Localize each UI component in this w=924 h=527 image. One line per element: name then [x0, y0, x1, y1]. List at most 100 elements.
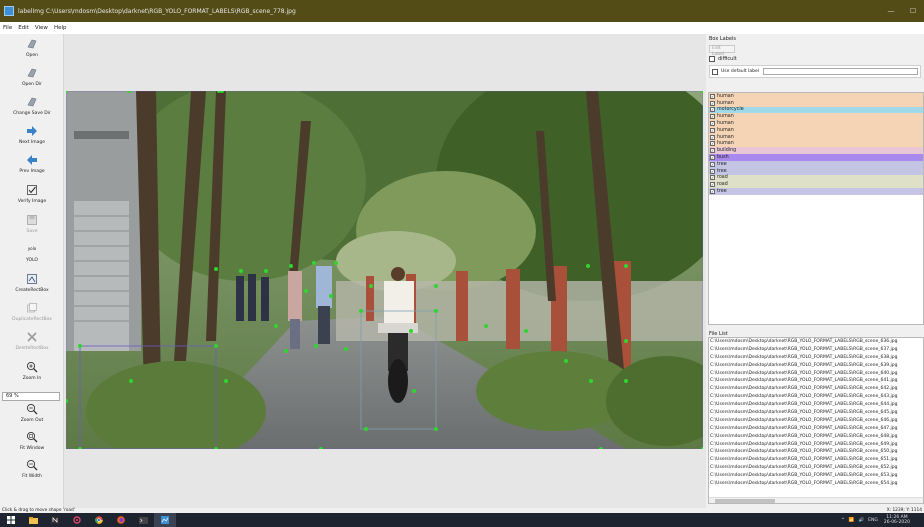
chevron-up-icon[interactable]: ^ [841, 518, 845, 523]
file-list-item[interactable]: C:\Users\mdosm\Desktop\darknet\RGB_YOLO_… [709, 338, 923, 346]
firefox-icon[interactable] [110, 513, 132, 527]
file-list-item[interactable]: C:\Users\mdosm\Desktop\darknet\RGB_YOLO_… [709, 362, 923, 370]
label-item-road[interactable]: ✓ road [709, 174, 923, 182]
volume-icon[interactable]: 🔊 [859, 518, 865, 523]
label-item-checkbox[interactable]: ✓ [710, 189, 715, 195]
file-list-item[interactable]: C:\Users\mdosm\Desktop\darknet\RGB_YOLO_… [709, 393, 923, 401]
yolo-format-button[interactable]: yolo YOLO [0, 243, 64, 263]
delete-rectbox-button[interactable]: DeleteRectBox [0, 331, 64, 351]
scene-image[interactable] [66, 91, 703, 449]
file-list-item[interactable]: C:\Users\mdosm\Desktop\darknet\RGB_YOLO_… [709, 377, 923, 385]
label-item-checkbox[interactable]: ✓ [710, 175, 715, 181]
label-item-tree[interactable]: ✓ tree [709, 167, 923, 175]
label-item-human[interactable]: ✓ human [709, 120, 923, 127]
fit-width-icon [26, 459, 38, 471]
file-list-item[interactable]: C:\Users\mdosm\Desktop\darknet\RGB_YOLO_… [709, 480, 923, 488]
chrome-icon[interactable] [88, 513, 110, 527]
file-list-item[interactable]: C:\Users\mdosm\Desktop\darknet\RGB_YOLO_… [709, 472, 923, 480]
default-label-input[interactable] [762, 68, 918, 75]
terminal-icon[interactable] [132, 513, 154, 527]
minimize-button[interactable]: — [880, 0, 902, 22]
open-dir-button[interactable]: Open Dir [0, 67, 64, 87]
menu-help[interactable]: Help [54, 25, 67, 31]
start-button[interactable] [0, 513, 22, 527]
label-item-motorcycle[interactable]: ✓ motorcycle [709, 106, 923, 114]
file-list-item[interactable]: C:\Users\mdosm\Desktop\darknet\RGB_YOLO_… [709, 370, 923, 378]
label-item-human[interactable]: ✓ human [709, 126, 923, 134]
file-list-item[interactable]: C:\Users\mdosm\Desktop\darknet\RGB_YOLO_… [709, 385, 923, 393]
file-list-item[interactable]: C:\Users\mdosm\Desktop\darknet\RGB_YOLO_… [709, 441, 923, 449]
settings-gear-icon[interactable] [66, 513, 88, 527]
label-item-checkbox[interactable]: ✓ [710, 161, 715, 167]
label-item-checkbox[interactable]: ✓ [710, 107, 715, 113]
label-item-checkbox[interactable]: ✓ [710, 121, 715, 127]
save-button[interactable]: Save [0, 214, 64, 234]
label-item-checkbox[interactable]: ✓ [710, 155, 715, 161]
create-rectbox-button[interactable]: CreateRectBox [0, 273, 64, 293]
next-image-button[interactable]: Next Image [0, 125, 64, 145]
label-item-checkbox[interactable]: ✓ [710, 134, 715, 140]
file-list-item[interactable]: C:\Users\mdosm\Desktop\darknet\RGB_YOLO_… [709, 448, 923, 456]
file-list-item[interactable]: C:\Users\mdosm\Desktop\darknet\RGB_YOLO_… [709, 464, 923, 472]
label-item-human[interactable]: ✓ human [709, 113, 923, 121]
next-image-label: Next Image [18, 140, 45, 145]
file-list-item[interactable]: C:\Users\mdosm\Desktop\darknet\RGB_YOLO_… [709, 456, 923, 464]
label-item-tree[interactable]: ✓ tree [709, 188, 923, 195]
scrollbar-thumb[interactable] [715, 499, 775, 503]
label-item-human[interactable]: ✓ human [709, 133, 923, 141]
difficult-checkbox[interactable]: difficult [709, 56, 921, 62]
delete-rectbox-label: DeleteRectBox [15, 346, 49, 351]
label-item-human[interactable]: ✓ human [709, 99, 923, 107]
file-list-item[interactable]: C:\Users\mdosm\Desktop\darknet\RGB_YOLO_… [709, 417, 923, 425]
zoom-out-button[interactable]: Zoom Out [0, 403, 64, 423]
fit-window-button[interactable]: Fit Window [0, 431, 64, 451]
menu-file[interactable]: File [3, 25, 12, 31]
language-indicator[interactable]: ENG [868, 518, 878, 523]
file-list-item[interactable]: C:\Users\mdosm\Desktop\darknet\RGB_YOLO_… [709, 354, 923, 362]
label-item-building[interactable]: ✓ building [709, 147, 923, 155]
file-list-scrollbar[interactable] [709, 497, 923, 503]
label-item-checkbox[interactable]: ✓ [710, 168, 715, 174]
file-list-item[interactable]: C:\Users\mdosm\Desktop\darknet\RGB_YOLO_… [709, 401, 923, 409]
file-list-item[interactable]: C:\Users\mdosm\Desktop\darknet\RGB_YOLO_… [709, 346, 923, 354]
clock[interactable]: 11:26 AM 26-06-2020 [884, 515, 910, 525]
duplicate-rectbox-button[interactable]: DuplicateRectBox [0, 302, 64, 322]
label-item-bush[interactable]: ✓ bush [709, 154, 923, 161]
label-item-checkbox[interactable]: ✓ [710, 148, 715, 154]
label-item-checkbox[interactable]: ✓ [710, 127, 715, 133]
labelimg-taskbar-icon[interactable] [154, 513, 176, 527]
use-default-label-checkbox[interactable] [712, 68, 718, 75]
zoom-value-field[interactable]: 69 % [2, 392, 60, 401]
n-app-icon[interactable] [44, 513, 66, 527]
edit-label-button[interactable]: Edit Label [709, 45, 735, 57]
network-icon[interactable]: 📶 [849, 518, 855, 523]
fit-width-button[interactable]: Fit Width [0, 459, 64, 479]
label-item-tree[interactable]: ✓ tree [709, 160, 923, 168]
label-item-road[interactable]: ✓ road [709, 181, 923, 189]
label-item-checkbox[interactable]: ✓ [710, 114, 715, 120]
label-item-checkbox[interactable]: ✓ [710, 141, 715, 147]
image-canvas[interactable] [64, 34, 706, 508]
label-item-human[interactable]: ✓ human [709, 93, 923, 100]
file-explorer-icon[interactable] [22, 513, 44, 527]
file-list-item[interactable]: C:\Users\mdosm\Desktop\darknet\RGB_YOLO_… [709, 425, 923, 433]
difficult-check-box[interactable] [709, 56, 715, 62]
prev-image-label: Prev Image [19, 169, 45, 174]
app-icon [4, 6, 14, 16]
change-save-dir-button[interactable]: Change Save Dir [0, 96, 64, 116]
file-list-item[interactable]: C:\Users\mdosm\Desktop\darknet\RGB_YOLO_… [709, 409, 923, 417]
menu-edit[interactable]: Edit [18, 25, 29, 31]
verify-image-button[interactable]: Verify Image [0, 184, 64, 204]
menu-view[interactable]: View [35, 25, 48, 31]
open-button[interactable]: Open [0, 38, 64, 58]
file-list-item[interactable]: C:\Users\mdosm\Desktop\darknet\RGB_YOLO_… [709, 433, 923, 441]
label-item-checkbox[interactable]: ✓ [710, 93, 715, 99]
verify-image-label: Verify Image [17, 199, 47, 204]
prev-image-button[interactable]: Prev Image [0, 154, 64, 174]
zoom-in-button[interactable]: Zoom In [0, 361, 64, 381]
label-item-text: motorcycle [717, 107, 744, 113]
label-item-human[interactable]: ✓ human [709, 140, 923, 148]
maximize-button[interactable]: ☐ [902, 0, 924, 22]
label-item-checkbox[interactable]: ✓ [710, 182, 715, 188]
label-item-checkbox[interactable]: ✓ [710, 100, 715, 106]
